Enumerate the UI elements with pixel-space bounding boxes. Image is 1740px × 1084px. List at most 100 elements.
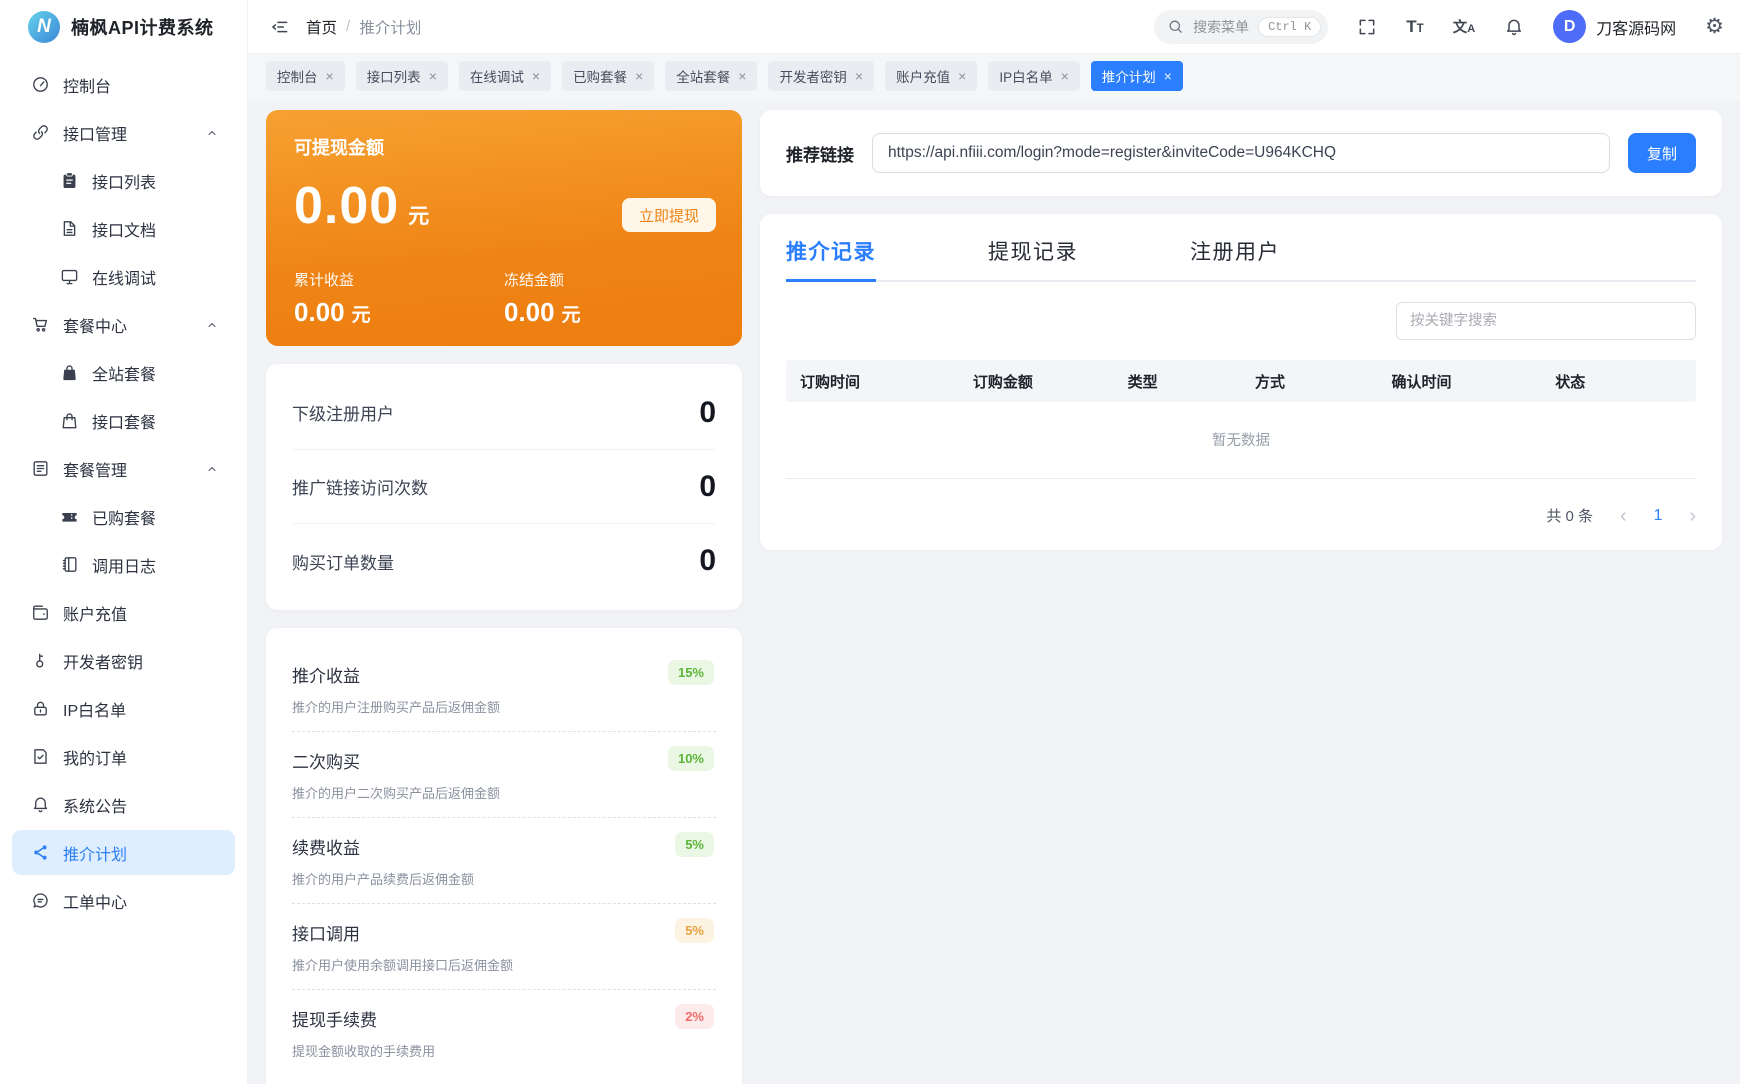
- translate-icon[interactable]: 文A: [1453, 16, 1475, 37]
- withdrawable-amount: 0.00: [294, 177, 399, 235]
- main-area: 首页 / 推介计划 搜索菜单 Ctrl K TT 文A D 刀客源码网 ⚙ 控制…: [248, 0, 1740, 1084]
- records-table: 订购时间 订购金额 类型 方式 确认时间 状态 暂无数据: [786, 360, 1696, 479]
- commission-title: 二次购买: [292, 748, 716, 773]
- tab-chip-account-recharge[interactable]: 账户充值×: [885, 61, 977, 91]
- stat-row: 推广链接访问次数 0: [292, 450, 716, 524]
- order-icon: [31, 747, 50, 766]
- menu-search-button[interactable]: 搜索菜单 Ctrl K: [1154, 10, 1328, 44]
- sidebar-item-api-docs[interactable]: 接口文档: [12, 206, 235, 251]
- promotion-stats-card: 下级注册用户 0 推广链接访问次数 0 购买订单数量 0: [266, 364, 742, 610]
- column-header: 状态: [1541, 371, 1696, 392]
- sidebar-item-label: 套餐管理: [63, 457, 127, 481]
- dashboard-icon: [31, 75, 50, 94]
- document-icon: [60, 219, 79, 238]
- close-icon[interactable]: ×: [1061, 68, 1069, 84]
- close-icon[interactable]: ×: [326, 68, 334, 84]
- page-content: 可提现金额 0.00元 立即提现 累计收益 0.00元 冻结金额 0.00元: [248, 100, 1740, 1084]
- sidebar-item-api-packages[interactable]: 接口套餐: [12, 398, 235, 443]
- sidebar-item-call-logs[interactable]: 调用日志: [12, 542, 235, 587]
- column-header: 方式: [1241, 371, 1378, 392]
- close-icon[interactable]: ×: [958, 68, 966, 84]
- sidebar-item-purchased-packages[interactable]: 已购套餐: [12, 494, 235, 539]
- monitor-icon: [60, 267, 79, 286]
- sidebar-item-ticket-center[interactable]: 工单中心: [12, 878, 235, 923]
- table-header-row: 订购时间 订购金额 类型 方式 确认时间 状态: [786, 360, 1696, 402]
- stat-row: 下级注册用户 0: [292, 376, 716, 450]
- key-icon: [31, 651, 50, 670]
- pagination: 共 0 条 ‹ 1 ›: [786, 505, 1696, 526]
- column-header: 类型: [1114, 371, 1241, 392]
- sidebar-item-my-orders[interactable]: 我的订单: [12, 734, 235, 779]
- fullscreen-icon[interactable]: [1357, 17, 1377, 37]
- sidebar-item-system-announcements[interactable]: 系统公告: [12, 782, 235, 827]
- close-icon[interactable]: ×: [855, 68, 863, 84]
- chevron-up-icon[interactable]: [205, 318, 219, 332]
- sidebar-item-developer-key[interactable]: 开发者密钥: [12, 638, 235, 683]
- tab-chip-ip-whitelist[interactable]: IP白名单×: [988, 61, 1079, 91]
- referral-link-input[interactable]: [872, 133, 1610, 173]
- close-icon[interactable]: ×: [429, 68, 437, 84]
- sidebar-item-label: 全站套餐: [92, 361, 156, 385]
- breadcrumb-separator: /: [346, 18, 350, 36]
- sidebar-item-console[interactable]: 控制台: [12, 62, 235, 107]
- cart-icon: [31, 315, 50, 334]
- next-page-icon[interactable]: ›: [1689, 506, 1696, 526]
- tab-chip-developer-key[interactable]: 开发者密钥×: [768, 61, 874, 91]
- withdraw-now-button[interactable]: 立即提现: [622, 198, 716, 232]
- page-number[interactable]: 1: [1654, 507, 1663, 525]
- user-menu[interactable]: D 刀客源码网: [1553, 10, 1676, 43]
- sidebar-item-package-center[interactable]: 套餐中心: [12, 302, 235, 347]
- close-icon[interactable]: ×: [738, 68, 746, 84]
- sidebar-item-site-packages[interactable]: 全站套餐: [12, 350, 235, 395]
- settings-gear-icon[interactable]: ⚙: [1705, 16, 1724, 37]
- total-earnings-value: 0.00: [294, 297, 345, 327]
- tab-chip-site-packages[interactable]: 全站套餐×: [665, 61, 757, 91]
- prev-page-icon[interactable]: ‹: [1620, 506, 1627, 526]
- chevron-up-icon[interactable]: [205, 126, 219, 140]
- total-earnings-label: 累计收益: [294, 269, 504, 290]
- sidebar-item-label: 接口文档: [92, 217, 156, 241]
- tab-chip-purchased-packages[interactable]: 已购套餐×: [562, 61, 654, 91]
- notifications-bell-icon[interactable]: [1504, 17, 1524, 37]
- sidebar-item-label: 接口管理: [63, 121, 127, 145]
- font-size-icon[interactable]: TT: [1406, 17, 1423, 37]
- tab-registered-users[interactable]: 注册用户: [1190, 236, 1280, 282]
- search-shortcut-badge: Ctrl K: [1258, 17, 1321, 37]
- stat-value: 0: [699, 470, 716, 504]
- sidebar-item-referral-program[interactable]: 推介计划: [12, 830, 235, 875]
- close-icon[interactable]: ×: [532, 68, 540, 84]
- sidebar-item-ip-whitelist[interactable]: IP白名单: [12, 686, 235, 731]
- api-link-icon: [31, 123, 50, 142]
- stat-value: 0: [699, 396, 716, 430]
- stat-value: 0: [699, 544, 716, 578]
- currency-unit: 元: [352, 305, 371, 326]
- commission-rates-card: 推介收益 推介的用户注册购买产品后返佣金额 15% 二次购买 推介的用户二次购买…: [266, 628, 742, 1084]
- tab-referral-records[interactable]: 推介记录: [786, 236, 876, 282]
- tab-chip-referral-program[interactable]: 推介计划×: [1091, 61, 1183, 91]
- copy-button[interactable]: 复制: [1628, 133, 1696, 173]
- sidebar-item-label: 账户充值: [63, 601, 127, 625]
- tab-chip-api-list[interactable]: 接口列表×: [356, 61, 448, 91]
- sidebar-item-account-recharge[interactable]: 账户充值: [12, 590, 235, 635]
- tab-chip-online-debug[interactable]: 在线调试×: [459, 61, 551, 91]
- collapse-sidebar-icon[interactable]: [270, 17, 290, 37]
- tab-withdrawal-records[interactable]: 提现记录: [988, 236, 1078, 282]
- commission-title: 续费收益: [292, 834, 716, 859]
- close-icon[interactable]: ×: [635, 68, 643, 84]
- commission-description: 推介的用户产品续费后返佣金额: [292, 869, 716, 888]
- sidebar-item-label: 调用日志: [92, 553, 156, 577]
- chevron-up-icon[interactable]: [205, 462, 219, 476]
- sidebar-item-api-list[interactable]: 接口列表: [12, 158, 235, 203]
- keyword-search-input[interactable]: [1396, 302, 1696, 340]
- sidebar-item-api-management[interactable]: 接口管理: [12, 110, 235, 155]
- app-logo-icon: N: [28, 11, 60, 43]
- sidebar-item-online-debug[interactable]: 在线调试: [12, 254, 235, 299]
- sidebar-item-package-management[interactable]: 套餐管理: [12, 446, 235, 491]
- tab-chip-console[interactable]: 控制台×: [266, 61, 345, 91]
- breadcrumb-home[interactable]: 首页: [306, 16, 337, 38]
- withdrawable-balance-card: 可提现金额 0.00元 立即提现 累计收益 0.00元 冻结金额 0.00元: [266, 110, 742, 346]
- topbar: 首页 / 推介计划 搜索菜单 Ctrl K TT 文A D 刀客源码网 ⚙: [248, 0, 1740, 54]
- referral-link-card: 推荐链接 复制: [760, 110, 1722, 196]
- list-icon: [31, 459, 50, 478]
- close-icon[interactable]: ×: [1164, 68, 1172, 84]
